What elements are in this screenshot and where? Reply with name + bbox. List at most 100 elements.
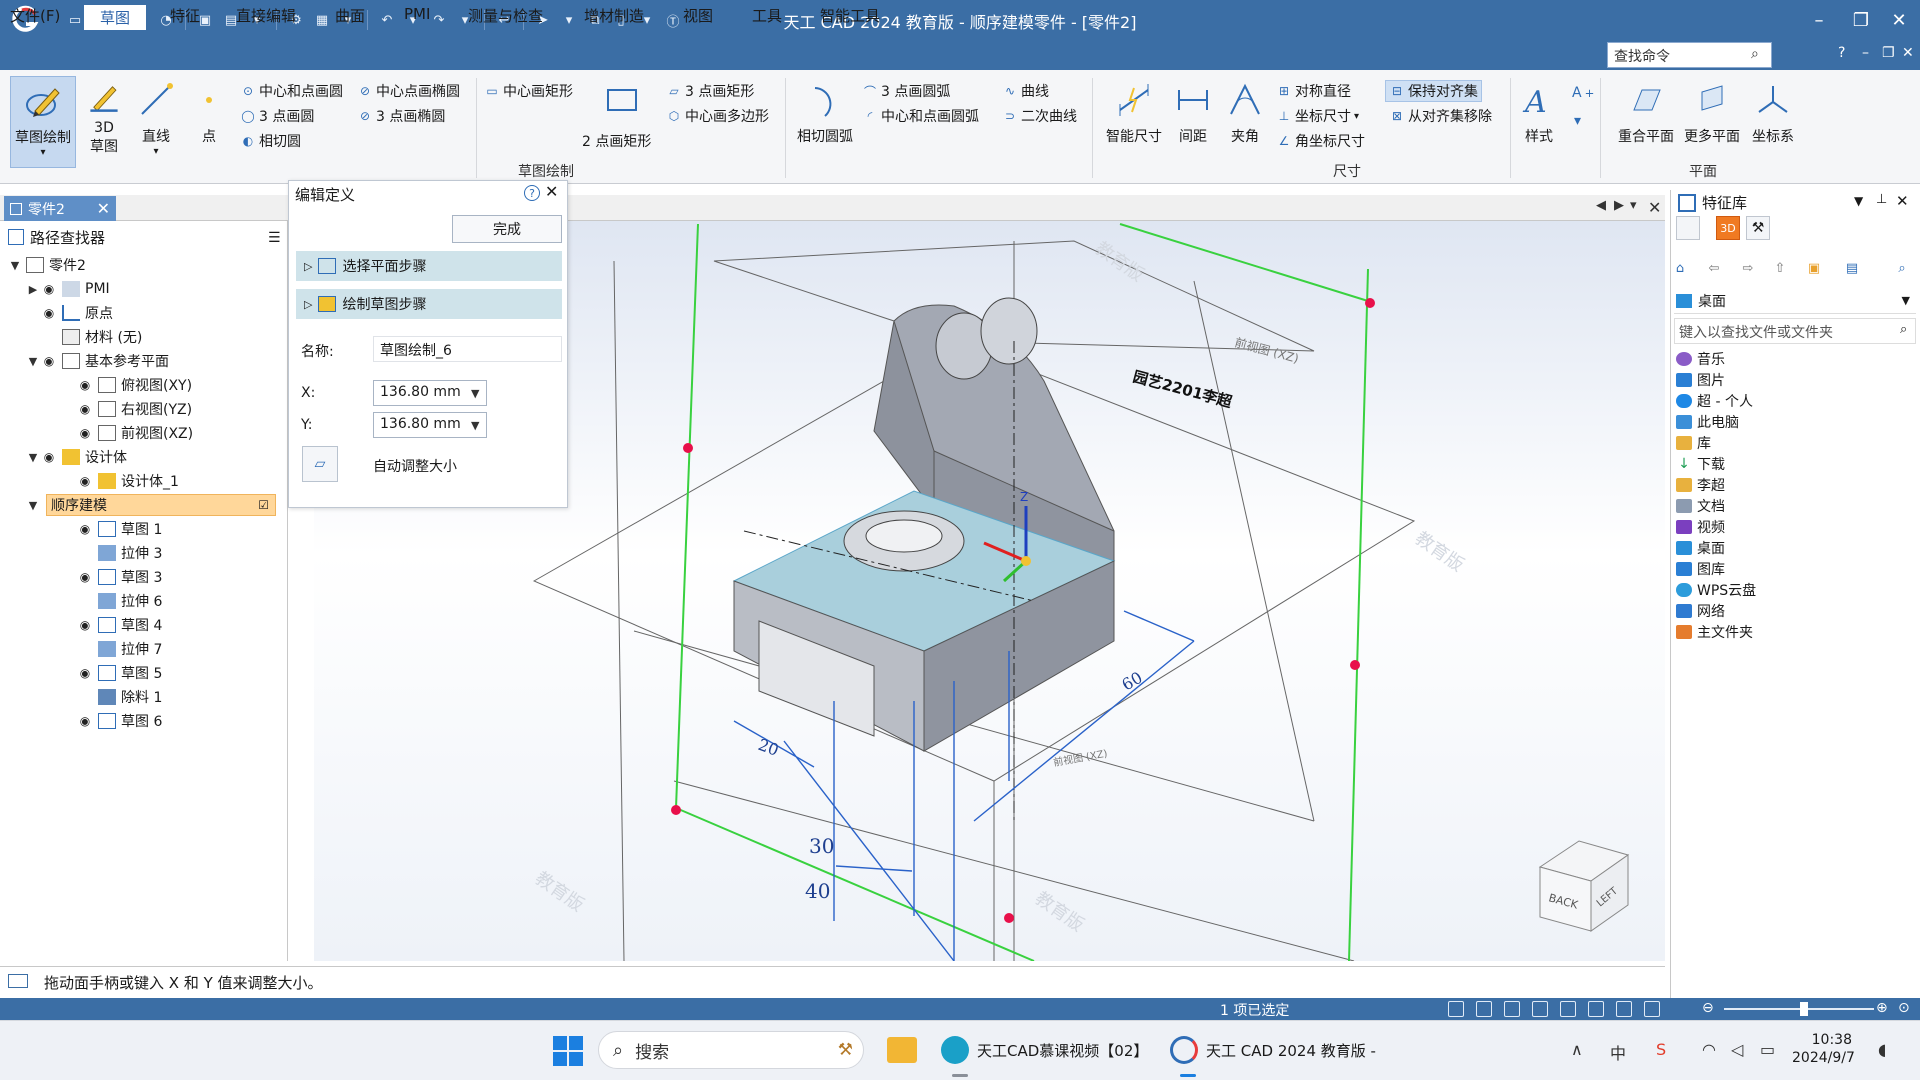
- taskbar-clock[interactable]: 10:38 2024/9/7: [1792, 1031, 1855, 1067]
- eye-icon[interactable]: ◉: [76, 402, 94, 416]
- chevron-down-icon[interactable]: ▼: [471, 419, 479, 432]
- done-button[interactable]: 完成: [452, 215, 562, 243]
- ellipse-3pt-button[interactable]: ⊘ 3 点画椭圆: [357, 105, 445, 127]
- tray-overflow-chevron-icon[interactable]: ∧: [1571, 1040, 1583, 1059]
- y-input[interactable]: 136.80 mm: [373, 412, 487, 438]
- eye-icon[interactable]: ◉: [40, 354, 58, 368]
- command-bar-icon[interactable]: [8, 974, 28, 988]
- taskbar-search-input[interactable]: ⌕ 搜索 ⚒: [598, 1031, 864, 1069]
- new-folder-icon[interactable]: ▣: [1800, 255, 1828, 281]
- list-item[interactable]: 网络: [1676, 601, 1725, 621]
- back-icon[interactable]: ⇦: [1700, 255, 1728, 281]
- file-search-input[interactable]: 键入以查找文件或文件夹: [1674, 318, 1916, 344]
- tangent-circle-button[interactable]: ◐ 相切圆: [240, 130, 301, 152]
- eye-icon[interactable]: ◉: [76, 618, 94, 632]
- remove-align-button[interactable]: ⊠ 从对齐集移除: [1389, 105, 1492, 127]
- list-item[interactable]: WPS云盘: [1676, 580, 1756, 600]
- distance-button[interactable]: 间距: [1170, 76, 1216, 168]
- volume-icon[interactable]: ◁: [1731, 1040, 1743, 1059]
- auto-resize-toggle-button[interactable]: ▱: [302, 446, 338, 482]
- list-item[interactable]: 视频: [1676, 517, 1725, 537]
- zoom-slider-thumb[interactable]: [1800, 1002, 1808, 1016]
- smart-dim-button[interactable]: 智能尺寸: [1100, 76, 1168, 168]
- minimize-button[interactable]: –: [1796, 6, 1842, 34]
- close-icon[interactable]: ✕: [1896, 192, 1909, 210]
- expand-arrow-icon[interactable]: ▶: [26, 283, 40, 296]
- close-icon[interactable]: ✕: [545, 182, 558, 201]
- pin-icon[interactable]: ⊥: [1876, 192, 1887, 207]
- color-icon[interactable]: [1644, 1001, 1660, 1017]
- font-increase-icon[interactable]: A +: [1572, 82, 1594, 104]
- menu-sketch[interactable]: 草图: [84, 5, 147, 30]
- expand-arrow-icon[interactable]: ▼: [26, 355, 40, 368]
- list-item[interactable]: 文档: [1676, 496, 1725, 516]
- angle-coord-dim-button[interactable]: ∠ 角坐标尺寸: [1276, 130, 1365, 152]
- wps-tray-icon[interactable]: S: [1656, 1040, 1666, 1059]
- menu-additive[interactable]: 增材制造: [580, 4, 648, 28]
- doc-tab-part2[interactable]: 零件2 ✕: [4, 196, 116, 221]
- display-style-icon[interactable]: [1616, 1001, 1632, 1017]
- tree-row-extrude6[interactable]: 拉伸 6: [94, 590, 162, 612]
- tree-row-plane-yz[interactable]: ◉ 右视图(YZ): [76, 398, 192, 420]
- circle-3pt-button[interactable]: ◯ 3 点画圆: [240, 105, 314, 127]
- rect-2pt-button[interactable]: 3 点画矩形: [584, 76, 660, 168]
- tools-button[interactable]: ⚒: [1746, 216, 1770, 240]
- keep-align-button[interactable]: ⊟ 保持对齐集: [1385, 80, 1482, 102]
- more-planes-button[interactable]: 更多平面: [1680, 76, 1744, 168]
- list-item[interactable]: 库: [1676, 433, 1711, 453]
- zoom-out-icon[interactable]: ⊖: [1702, 1000, 1714, 1016]
- tree-row-cut1[interactable]: 除料 1: [94, 686, 162, 708]
- tree-row-ref-planes[interactable]: ▼ ◉ 基本参考平面: [26, 350, 169, 372]
- rect-3pt-button[interactable]: ▱ 3 点画矩形: [666, 80, 754, 102]
- search-icon[interactable]: ⌕: [1751, 46, 1759, 62]
- angle-button[interactable]: 夹角: [1222, 76, 1268, 168]
- eye-icon[interactable]: ◉: [76, 378, 94, 392]
- ribbon-close-icon[interactable]: ✕: [1902, 45, 1914, 61]
- font-decrease-icon[interactable]: ▾: [1574, 110, 1581, 132]
- tree-row-sketch4[interactable]: ◉ 草图 4: [76, 614, 162, 636]
- menu-tools[interactable]: 工具: [748, 4, 786, 28]
- eye-icon[interactable]: ◉: [40, 450, 58, 464]
- coincident-plane-button[interactable]: 重合平面: [1612, 76, 1680, 168]
- list-item[interactable]: 超 - 个人: [1676, 391, 1753, 411]
- tree-row-plane-xy[interactable]: ◉ 俯视图(XY): [76, 374, 192, 396]
- menu-surface[interactable]: 曲面: [331, 4, 369, 28]
- point-button[interactable]: 点: [186, 76, 232, 168]
- eye-icon[interactable]: ◉: [76, 522, 94, 536]
- tree-row-extrude3[interactable]: 拉伸 3: [94, 542, 162, 564]
- tree-row-material[interactable]: 材料 (无): [58, 326, 142, 348]
- start-windows-icon[interactable]: [553, 1036, 583, 1066]
- undo-icon[interactable]: ↶: [376, 9, 398, 31]
- tree-row-sketch5[interactable]: ◉ 草图 5: [76, 662, 162, 684]
- chevron-down-icon[interactable]: ▼: [471, 387, 479, 400]
- zoom-area-icon[interactable]: [1448, 1001, 1464, 1017]
- forward-icon[interactable]: ⇨: [1734, 255, 1762, 281]
- tree-row-origin[interactable]: ◉ 原点: [40, 302, 113, 324]
- list-item[interactable]: 图库: [1676, 559, 1725, 579]
- rotate-icon[interactable]: [1560, 1001, 1576, 1017]
- eye-icon[interactable]: ◉: [76, 666, 94, 680]
- expand-arrow-icon[interactable]: ▼: [8, 259, 22, 272]
- zoom-slider-track[interactable]: [1724, 1008, 1874, 1010]
- settings-icon[interactable]: ⊙: [1898, 1000, 1910, 1016]
- eye-icon[interactable]: ◉: [40, 306, 58, 320]
- style-button[interactable]: A 样式: [1512, 76, 1566, 168]
- battery-icon[interactable]: ▭: [1760, 1040, 1775, 1059]
- view-list-icon[interactable]: ▾: [1630, 198, 1637, 213]
- list-item[interactable]: 音乐: [1676, 349, 1725, 369]
- pathfinder-menu-icon[interactable]: ☰: [268, 230, 281, 246]
- tree-row-sketch3[interactable]: ◉ 草图 3: [76, 566, 162, 588]
- close-window-button[interactable]: ✕: [1876, 6, 1920, 34]
- view-mode-icon[interactable]: ▤: [1838, 255, 1866, 281]
- expand-arrow-icon[interactable]: ▼: [26, 451, 40, 464]
- curve-button[interactable]: ∿ 曲线: [1002, 80, 1049, 102]
- taskbar-app-edge[interactable]: 天工CAD慕课视频【02】: [941, 1030, 1148, 1070]
- menu-view[interactable]: 视图: [679, 4, 717, 28]
- taskbar-app-cad[interactable]: 天工 CAD 2024 教育版 -: [1170, 1030, 1376, 1070]
- draw-sketch-step[interactable]: ▷ 绘制草图步骤: [296, 289, 562, 319]
- close-view-icon[interactable]: ✕: [1648, 198, 1661, 217]
- list-item[interactable]: 主文件夹: [1676, 622, 1753, 642]
- ribbon-minimize-icon[interactable]: –: [1862, 45, 1869, 61]
- tree-row-part[interactable]: ▼ 零件2: [8, 254, 86, 276]
- print-icon[interactable]: ▦: [311, 9, 333, 31]
